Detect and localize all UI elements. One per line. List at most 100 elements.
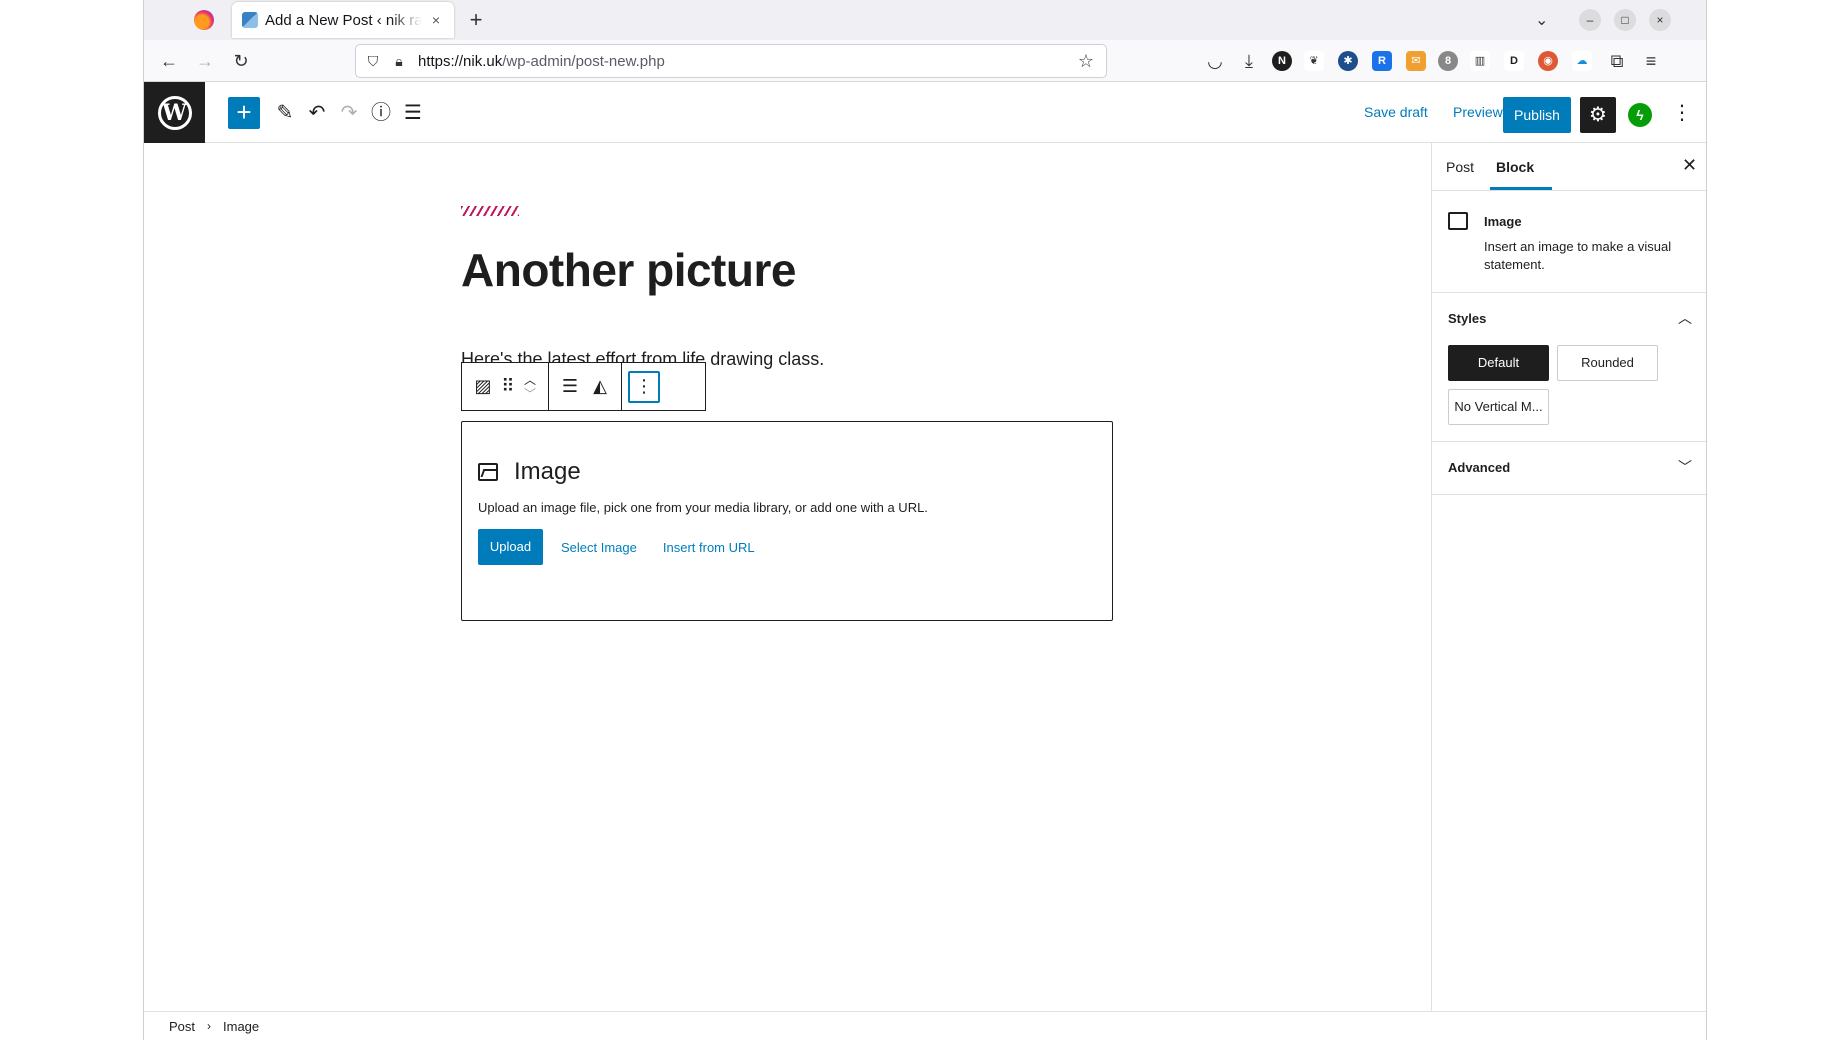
upload-button[interactable]: Upload (478, 529, 543, 565)
list-view-icon[interactable]: ☰ (400, 100, 426, 126)
style-rounded-button[interactable]: Rounded (1557, 345, 1658, 381)
url-bar[interactable]: ⛉ 🔒︎ https://nik.uk/wp-admin/post-new.ph… (355, 44, 1107, 78)
extension-bars-icon[interactable]: ▥ (1470, 51, 1490, 71)
extension-d-icon[interactable]: D (1504, 51, 1524, 71)
block-card-title: Image (1484, 214, 1522, 229)
wordpress-favicon-icon (242, 12, 258, 28)
editor-canvas: Another picture Here's the latest effort… (144, 143, 1431, 1011)
active-tab[interactable]: Add a New Post ‹ nik rawlinson — WordPre… (232, 2, 454, 38)
move-up-chevron-icon[interactable]: ︿ (524, 373, 536, 387)
undo-icon[interactable]: ↶ (304, 100, 330, 126)
block-type-image-icon[interactable]: ▨ (468, 369, 498, 405)
tab-close-icon[interactable]: × (428, 12, 444, 28)
image-placeholder-description: Upload an image file, pick one from your… (478, 500, 928, 515)
styles-panel-title: Styles (1448, 311, 1487, 326)
bookmark-star-icon[interactable]: ☆ (1078, 51, 1094, 72)
screen: Add a New Post ‹ nik rawlinson — WordPre… (0, 0, 1848, 1040)
extension-blue-badge-icon[interactable]: ✱ (1338, 51, 1358, 71)
browser-menu-icon[interactable]: ≡ (1640, 50, 1662, 72)
window-minimize-button[interactable]: – (1579, 9, 1601, 31)
options-kebab-icon[interactable]: ⋮ (1672, 100, 1692, 125)
breadcrumb-image[interactable]: Image (223, 1019, 259, 1034)
advanced-panel-title: Advanced (1448, 460, 1511, 475)
url-text[interactable]: https://nik.uk/wp-admin/post-new.php (418, 53, 665, 70)
breadcrumb-separator-icon: › (207, 1019, 212, 1033)
block-card: Image Insert an image to make a visual s… (1432, 191, 1706, 293)
advanced-panel: Advanced ﹀ (1432, 442, 1706, 495)
chevron-down-icon: ﹀ (1678, 459, 1692, 475)
block-toolbar-group-transform: ▨ ⠿ ︿ ﹀ (462, 363, 549, 410)
desktop-background-right (1707, 0, 1848, 1040)
wordpress-logo-icon: W (157, 95, 192, 130)
extension-badge-icon[interactable]: 8 (1438, 51, 1458, 71)
settings-sidebar: Post Block ✕ Image Insert an image to ma… (1431, 143, 1706, 1011)
extensions-puzzle-icon[interactable]: ⧉ (1606, 50, 1628, 72)
extension-r-icon[interactable]: R (1372, 51, 1392, 71)
publish-button[interactable]: Publish (1503, 97, 1571, 133)
shield-icon[interactable]: ⛉ (366, 53, 380, 70)
jetpack-icon[interactable]: ϟ (1628, 103, 1652, 127)
wordpress-logo-button[interactable]: W (144, 82, 205, 143)
style-default-button[interactable]: Default (1448, 345, 1549, 381)
drag-handle-icon[interactable]: ⠿ (498, 369, 518, 405)
image-block-placeholder[interactable]: Image Upload an image file, pick one fro… (461, 421, 1113, 621)
block-card-image-icon (1448, 212, 1468, 230)
duckduckgo-icon[interactable]: ◉ (1538, 51, 1558, 71)
extension-orange-icon[interactable]: ✉ (1406, 51, 1426, 71)
style-no-vertical-margin-button[interactable]: No Vertical M... (1448, 389, 1549, 425)
filter-triangle-icon[interactable]: ◭ (585, 369, 615, 405)
block-options-kebab-icon[interactable]: ⋮ (628, 370, 660, 403)
back-arrow-icon[interactable]: ← (158, 50, 180, 72)
desktop-background-left (0, 0, 143, 1040)
tab-post[interactable]: Post (1446, 159, 1474, 175)
insert-from-url-button[interactable]: Insert from URL (663, 540, 755, 555)
image-placeholder-header: Image (478, 458, 1096, 486)
edit-pencil-icon[interactable]: ✎ (272, 100, 298, 126)
extension-squirrel-icon[interactable]: ❦ (1304, 51, 1324, 71)
select-image-button[interactable]: Select Image (561, 540, 637, 555)
editor-header: W + ✎ ↶ ↷ ⓘ ☰ Save draft Preview Publish… (144, 82, 1706, 143)
image-placeholder-actions: Upload Select Image Insert from URL (478, 529, 1096, 565)
align-icon[interactable]: ☰ (555, 369, 585, 405)
extension-cloud-icon[interactable]: ☁ (1572, 51, 1592, 71)
block-movers: ︿ ﹀ (518, 373, 542, 401)
image-placeholder-title: Image (514, 458, 581, 485)
list-all-tabs-icon[interactable]: ⌄ (1535, 10, 1548, 30)
navigation-bar: ← → ↻ ⛉ 🔒︎ https://nik.uk/wp-admin/post-… (144, 40, 1706, 82)
post-title[interactable]: Another picture (461, 243, 796, 297)
url-path: /wp-admin/post-new.php (502, 52, 665, 70)
url-host: https://nik.uk (418, 52, 503, 70)
downloads-icon[interactable]: ⤓ (1238, 50, 1260, 72)
firefox-icon[interactable] (194, 10, 214, 30)
sidebar-tabs: Post Block ✕ (1432, 143, 1706, 191)
close-sidebar-icon[interactable]: ✕ (1682, 155, 1697, 176)
extension-badge-count: 8 (1444, 55, 1452, 67)
advanced-panel-toggle[interactable]: Advanced ﹀ (1432, 442, 1706, 494)
pocket-icon[interactable]: ◡ (1204, 50, 1226, 72)
image-icon (478, 463, 498, 481)
tab-strip: Add a New Post ‹ nik rawlinson — WordPre… (144, 0, 1706, 40)
styles-panel-toggle[interactable]: Styles ︿ (1432, 293, 1706, 345)
tab-title: Add a New Post ‹ nik rawlinson — WordPre… (265, 11, 422, 29)
settings-gear-icon[interactable]: ⚙ (1580, 97, 1616, 133)
breadcrumb-post[interactable]: Post (169, 1019, 195, 1034)
chevron-up-icon: ︿ (1678, 310, 1692, 326)
new-tab-button[interactable]: + (464, 7, 488, 33)
forward-arrow-icon[interactable]: → (194, 50, 216, 72)
tab-block[interactable]: Block (1496, 159, 1534, 175)
window-maximize-button[interactable]: □ (1614, 9, 1636, 31)
move-down-chevron-icon[interactable]: ﹀ (524, 387, 536, 401)
block-toolbar-group-options: ⋮ (622, 363, 666, 410)
add-block-button[interactable]: + (228, 97, 260, 129)
preview-button[interactable]: Preview (1453, 104, 1503, 120)
redo-icon[interactable]: ↷ (336, 100, 362, 126)
lock-icon[interactable]: 🔒︎ (392, 53, 406, 70)
save-draft-button[interactable]: Save draft (1364, 104, 1428, 120)
block-card-description: Insert an image to make a visual stateme… (1484, 239, 1672, 272)
details-info-icon[interactable]: ⓘ (368, 100, 394, 126)
decorative-stripe (461, 206, 519, 216)
block-toolbar: ▨ ⠿ ︿ ﹀ ☰ ◭ ⋮ (461, 362, 706, 411)
reload-icon[interactable]: ↻ (230, 50, 252, 72)
window-close-button[interactable]: × (1649, 9, 1671, 31)
extension-n-icon[interactable]: N (1272, 51, 1292, 71)
